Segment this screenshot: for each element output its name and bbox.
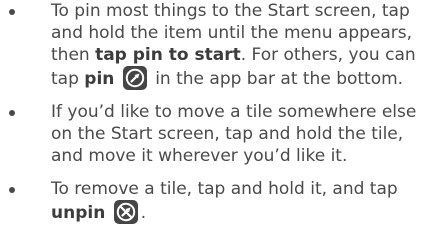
unpin-icon bbox=[113, 200, 138, 224]
tap-pin-to-start-label: tap pin to start bbox=[95, 45, 241, 65]
bullet-dot bbox=[9, 110, 15, 116]
pin-icon bbox=[122, 66, 147, 90]
unpin-label: unpin bbox=[51, 203, 106, 223]
text-segment: in the app bar at the bottom. bbox=[149, 69, 404, 89]
list-item: To pin most things to the Start screen, … bbox=[8, 0, 426, 90]
pin-label: pin bbox=[84, 69, 115, 89]
bullet-dot bbox=[9, 9, 15, 15]
text-segment: . bbox=[140, 203, 147, 223]
bullet-dot bbox=[9, 187, 15, 193]
text-segment: If you’d like to move a tile somewhere e… bbox=[51, 102, 417, 166]
instruction-list: To pin most things to the Start screen, … bbox=[8, 0, 426, 235]
list-item: To remove a tile, tap and hold it, and t… bbox=[8, 178, 426, 224]
list-item: If you’d like to move a tile somewhere e… bbox=[8, 101, 426, 167]
text-segment: To remove a tile, tap and hold it, and t… bbox=[51, 179, 398, 199]
